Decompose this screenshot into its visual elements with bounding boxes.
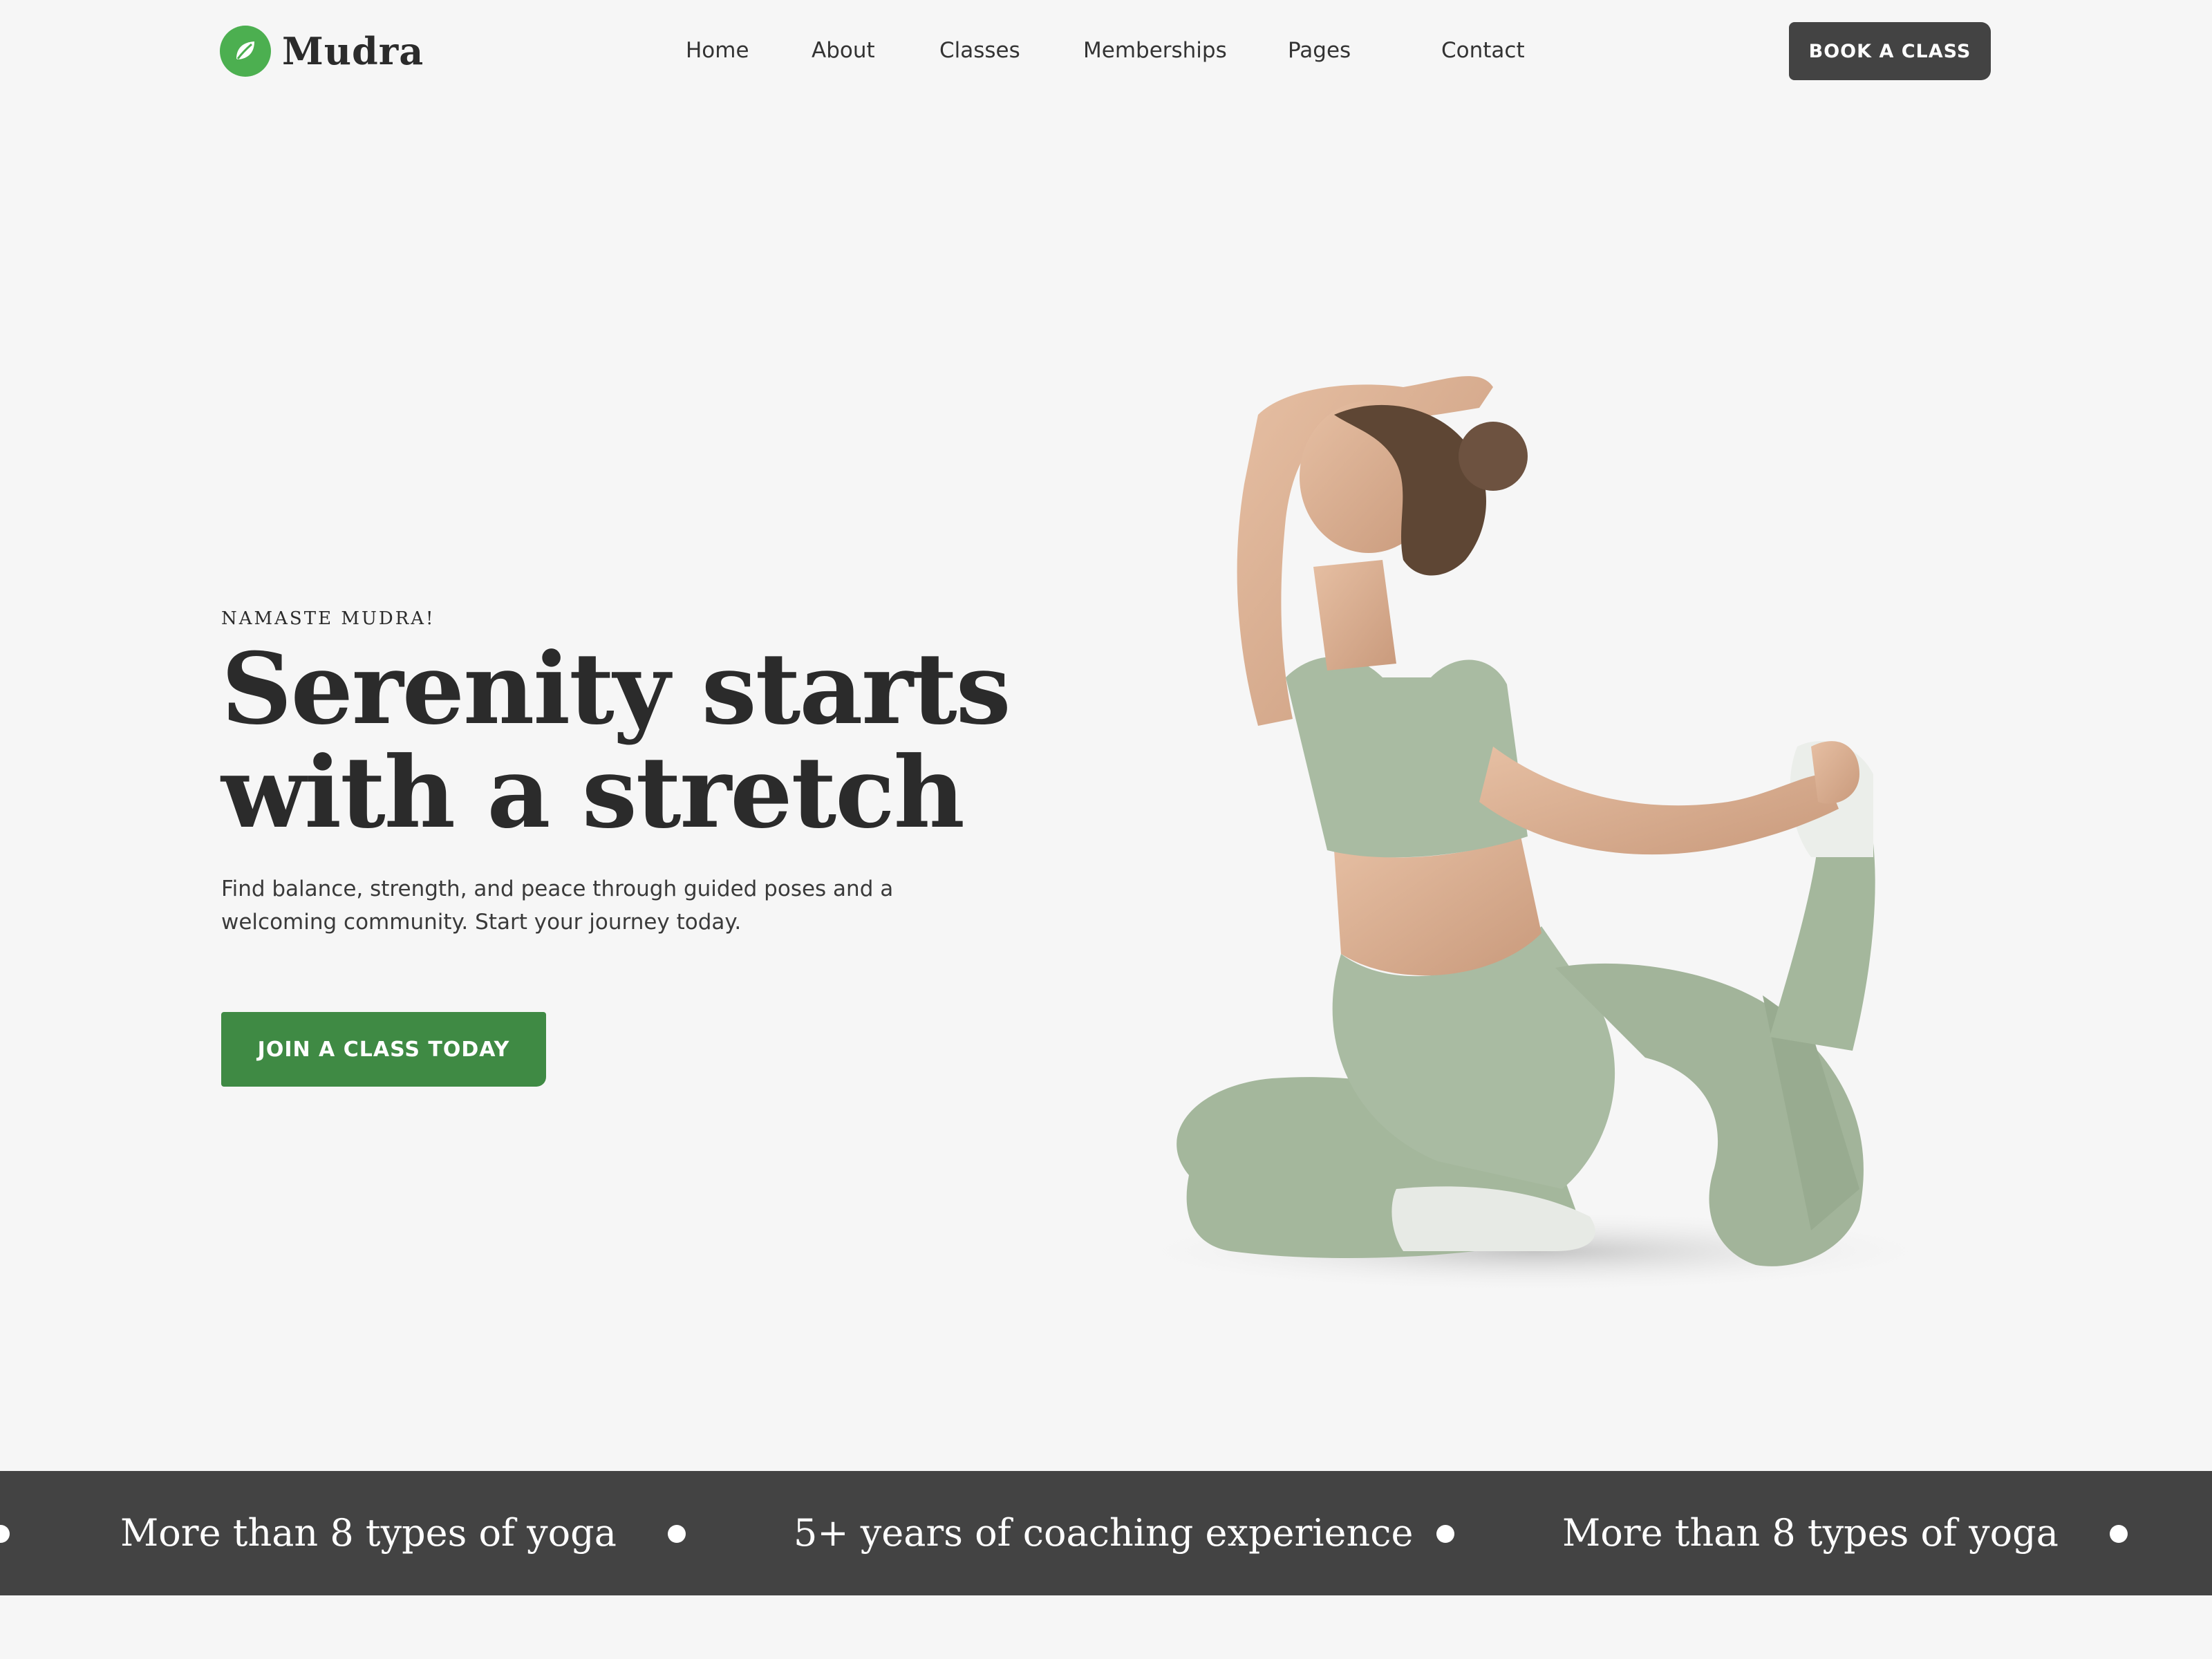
hero-subtext: Find balance, strength, and peace throug… [221,872,912,939]
separator-dot [1436,1525,1454,1543]
marquee-item: 5+ years of coaching experience [794,1511,1414,1555]
brand-name: Mudra [282,29,424,73]
brand-logo[interactable]: Mudra [220,26,424,77]
join-class-button[interactable]: JOIN A CLASS TODAY [221,1012,546,1087]
hero-yoga-image [1106,359,1991,1327]
separator-dot [668,1525,686,1543]
headline-line-2: with a stretch [221,735,965,850]
subtext-line-2: welcoming community. Start your journey … [221,910,742,935]
nav-home[interactable]: Home [686,35,749,66]
headline-line-1: Serenity starts [221,632,1011,747]
separator-dot [0,1525,10,1543]
subtext-line-1: Find balance, strength, and peace throug… [221,877,894,901]
nav-classes[interactable]: Classes [939,35,1020,66]
book-class-button[interactable]: BOOK A CLASS [1789,22,1991,80]
marquee-item: More than 8 types of yoga [1562,1511,2059,1555]
nav-pages[interactable]: Pages [1288,35,1351,66]
nav-about[interactable]: About [812,35,875,66]
separator-dot [2110,1525,2128,1543]
nav-contact[interactable]: Contact [1441,35,1525,66]
hero-headline: Serenity starts with a stretch [221,637,1051,845]
nav-memberships[interactable]: Memberships [1083,35,1227,66]
leaf-icon [220,26,271,77]
marquee-item: More than 8 types of yoga [120,1511,617,1555]
highlights-marquee: More than 8 types of yoga 5+ years of co… [0,1471,2212,1595]
site-header: Mudra Home About Classes Memberships Pag… [0,0,2212,101]
hero-section: NAMASTE MUDRA! Serenity starts with a st… [221,608,1051,939]
hero-eyebrow: NAMASTE MUDRA! [221,608,435,629]
